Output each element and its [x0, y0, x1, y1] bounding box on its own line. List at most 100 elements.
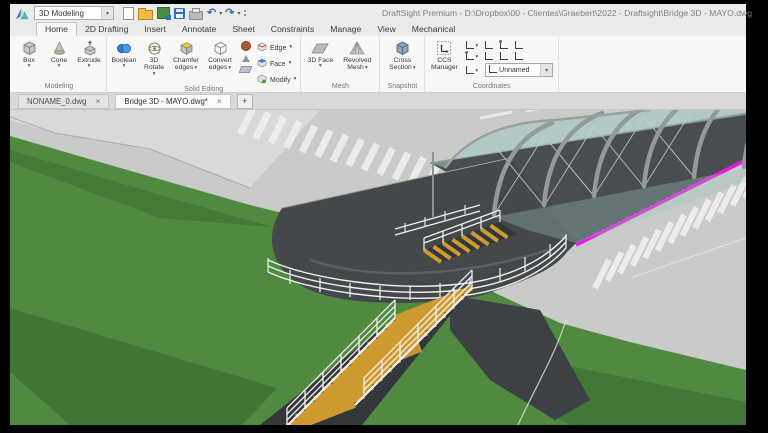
document-tab-label: Bridge 3D - MAYO.dwg* [124, 97, 208, 106]
workspace-selector[interactable]: 3D Modeling ▾ [34, 6, 114, 20]
3d-rotate-button[interactable]: 3D Rotate ▾ [139, 38, 169, 77]
ribbon-group-mesh: 3D Face ▾ Revolved Mesh▾ Mesh [301, 36, 380, 92]
document-tab-label: NONAME_0.dwg [27, 97, 86, 106]
ribbon: Box ▾ Cone ▾ Extrude ▾ Modeling [10, 36, 746, 93]
window-title: DraftSight Premium - D:\Dropbox\00 - Cli… [382, 8, 752, 18]
cone-button[interactable]: Cone ▾ [44, 38, 74, 70]
ribbon-empty-space [559, 36, 746, 92]
tab-mechanical[interactable]: Mechanical [404, 23, 463, 36]
ccs-tool-button[interactable] [485, 52, 493, 60]
chevron-down-icon[interactable]: ▾ [101, 7, 113, 19]
new-file-icon [123, 7, 134, 20]
axis-icon [466, 52, 474, 60]
ccs-tool-button[interactable]: ▾ [466, 52, 478, 60]
ribbon-tab-bar: Home 2D Drafting Insert Annotate Sheet C… [10, 22, 746, 36]
redo-button[interactable]: ↷ [225, 6, 234, 21]
customize-toolbar-icon[interactable] [244, 10, 246, 16]
extrude-button[interactable]: Extrude ▾ [74, 38, 104, 70]
save-as-button[interactable] [157, 6, 170, 21]
revolved-mesh-button[interactable]: Revolved Mesh▾ [337, 38, 377, 72]
edge-menu-button[interactable]: Edge ▾ [257, 42, 296, 54]
save-icon [174, 8, 185, 19]
ccs-tool-button[interactable] [515, 52, 523, 60]
axis-icon [500, 41, 508, 49]
ribbon-group-solid-editing: Boolean ▾ 3D Rotate ▾ Chamfer edges▾ Con… [107, 36, 301, 92]
quick-access-toolbar: ↶ ▾ ↷ ▾ [121, 6, 246, 21]
modify-menu-button[interactable]: Modify ▾ [257, 74, 296, 86]
eraser-tool-icon[interactable] [239, 66, 253, 73]
axis-icon [515, 52, 523, 60]
draftsight-logo-icon [12, 5, 32, 21]
ribbon-group-coordinates: CCS Manager ▾ ▾ [425, 36, 559, 92]
face-label: Face [270, 61, 286, 68]
chevron-down-icon: ▾ [58, 64, 61, 70]
cross-section-icon [394, 39, 411, 57]
box-icon [21, 39, 38, 57]
ribbon-group-modeling: Box ▾ Cone ▾ Extrude ▾ Modeling [12, 36, 107, 92]
wedge-tool-icon[interactable] [242, 55, 250, 62]
viewport-canvas[interactable] [10, 110, 746, 425]
ribbon-group-snapshot: Cross Section▾ Snapshot [380, 36, 425, 92]
chevron-down-icon: ▾ [228, 65, 231, 71]
undo-dropdown[interactable]: ▾ [219, 10, 222, 17]
document-tab-bridge[interactable]: Bridge 3D - MAYO.dwg* × [115, 94, 230, 109]
axis-icon [485, 41, 493, 49]
tab-annotate[interactable]: Annotate [174, 23, 224, 36]
sphere-tool-icon[interactable] [241, 41, 251, 51]
ccs-tool-button[interactable] [485, 41, 493, 49]
ccs-tool-button[interactable]: ▾ [466, 41, 478, 49]
chevron-down-icon: ▾ [289, 61, 292, 67]
ccs-manager-button[interactable]: CCS Manager [427, 38, 461, 72]
box-button[interactable]: Box ▾ [14, 38, 44, 70]
save-button[interactable] [174, 6, 185, 21]
ccs-tool-button[interactable] [515, 41, 523, 49]
boolean-button[interactable]: Boolean ▾ [109, 38, 139, 70]
ccs-tool-button[interactable] [500, 52, 508, 60]
3d-face-button[interactable]: 3D Face ▾ [303, 38, 337, 70]
tab-home[interactable]: Home [36, 22, 77, 36]
chevron-down-icon: ▾ [475, 44, 478, 50]
close-icon[interactable]: × [217, 97, 222, 106]
tab-insert[interactable]: Insert [136, 23, 174, 36]
chevron-down-icon: ▾ [319, 64, 322, 70]
axis-icon [500, 52, 508, 60]
chevron-down-icon[interactable]: ▾ [540, 64, 552, 76]
cross-section-button[interactable]: Cross Section▾ [382, 38, 422, 72]
chevron-down-icon: ▾ [88, 64, 91, 70]
ccs-name-selector[interactable]: Unnamed ▾ [485, 63, 553, 77]
drawing-viewport[interactable] [10, 110, 746, 425]
group-label-modeling: Modeling [14, 83, 104, 92]
new-file-button[interactable] [123, 6, 134, 21]
close-icon[interactable]: × [95, 97, 100, 106]
new-document-tab-button[interactable]: + [237, 94, 253, 109]
workspace-selector-value: 3D Modeling [35, 9, 101, 18]
axis-icon [485, 52, 493, 60]
chamfer-edges-button[interactable]: Chamfer edges▾ [169, 38, 203, 72]
redo-dropdown[interactable]: ▾ [237, 10, 240, 17]
convert-edges-button[interactable]: Convert edges▾ [203, 38, 237, 72]
chevron-down-icon: ▾ [289, 45, 292, 51]
tab-view[interactable]: View [369, 23, 403, 36]
tab-constraints[interactable]: Constraints [263, 23, 322, 36]
tab-2d-drafting[interactable]: 2D Drafting [77, 23, 136, 36]
revolved-mesh-label: Revolved Mesh▾ [337, 57, 377, 72]
tab-manage[interactable]: Manage [322, 23, 369, 36]
undo-button[interactable]: ↶ [207, 6, 216, 21]
save-as-icon [157, 7, 170, 19]
chevron-down-icon: ▾ [123, 64, 126, 70]
group-label-coordinates: Coordinates [427, 83, 556, 92]
modify-icon [257, 74, 267, 86]
open-button[interactable] [138, 6, 153, 21]
tab-sheet[interactable]: Sheet [224, 23, 262, 36]
open-folder-icon [138, 10, 153, 20]
face-menu-button[interactable]: Face ▾ [257, 58, 296, 70]
axis-icon [489, 65, 497, 73]
cone-icon [51, 39, 68, 57]
ccs-tool-button[interactable]: ▾ [466, 66, 478, 74]
print-icon [189, 11, 203, 20]
ccs-tool-button[interactable] [500, 41, 508, 49]
solid-editing-mini-buttons [237, 38, 255, 73]
redo-icon: ↷ [225, 8, 234, 18]
document-tab-noname[interactable]: NONAME_0.dwg × [18, 94, 109, 109]
print-button[interactable] [189, 6, 203, 21]
